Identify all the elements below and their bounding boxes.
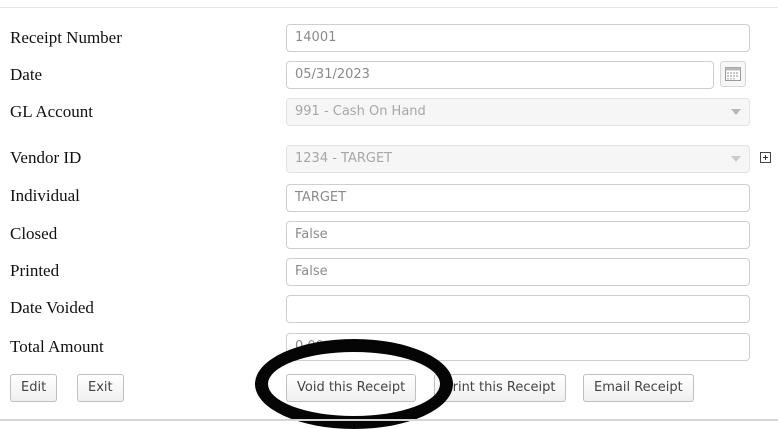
date-field[interactable]: 05/31/2023 (286, 61, 714, 89)
plus-box-icon[interactable] (760, 152, 771, 163)
exit-button[interactable]: Exit (77, 374, 124, 402)
receipt-number-label: Receipt Number (10, 28, 122, 47)
individual-label: Individual (10, 186, 80, 205)
vendor-id-label: Vendor ID (10, 148, 82, 167)
bottom-divider (0, 419, 778, 421)
vendor-id-value: 1234 - TARGET (295, 151, 393, 166)
printed-label: Printed (10, 261, 60, 280)
gl-account-value: 991 - Cash On Hand (295, 104, 426, 119)
printed-field[interactable]: False (286, 258, 750, 286)
closed-label: Closed (10, 224, 58, 243)
individual-field[interactable]: TARGET (286, 184, 750, 212)
gl-account-select[interactable]: 991 - Cash On Hand (286, 98, 750, 126)
date-voided-field[interactable] (286, 295, 750, 323)
print-receipt-button[interactable]: Print this Receipt (434, 374, 567, 402)
chevron-down-icon[interactable] (731, 156, 741, 162)
void-receipt-button[interactable]: Void this Receipt (286, 374, 417, 402)
chevron-down-icon[interactable] (731, 109, 741, 115)
total-amount-label: Total Amount (10, 337, 104, 356)
top-divider (0, 7, 778, 8)
calendar-glyph (725, 67, 741, 81)
email-receipt-button[interactable]: Email Receipt (583, 374, 694, 402)
calendar-icon[interactable] (720, 61, 746, 87)
edit-button[interactable]: Edit (10, 374, 58, 402)
closed-field[interactable]: False (286, 221, 750, 249)
date-label: Date (10, 65, 43, 84)
receipt-number-field[interactable]: 14001 (286, 24, 750, 52)
gl-account-label: GL Account (10, 102, 93, 121)
vendor-id-select[interactable]: 1234 - TARGET (286, 145, 750, 173)
total-amount-field[interactable]: 0.00 (286, 333, 750, 361)
date-voided-label: Date Voided (10, 298, 94, 317)
